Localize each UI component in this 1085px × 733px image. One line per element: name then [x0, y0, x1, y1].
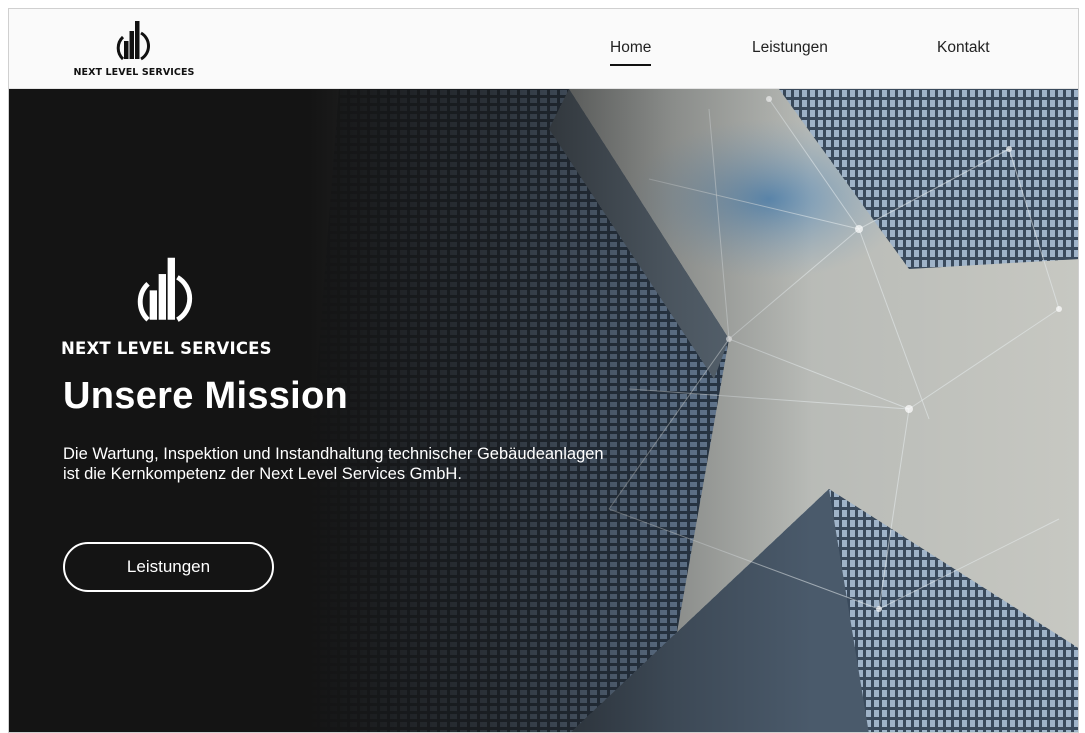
hero-title: Unsere Mission	[63, 375, 349, 417]
nav-leistungen[interactable]: Leistungen	[752, 39, 828, 57]
site-header: NEXT LEVEL SERVICES Home Leistungen Kont…	[9, 9, 1078, 89]
hero-logo-text: NEXT LEVEL SERVICES	[61, 339, 272, 358]
leistungen-button[interactable]: Leistungen	[63, 542, 274, 592]
nav-kontakt[interactable]: Kontakt	[937, 39, 990, 57]
hero-section: NEXT LEVEL SERVICES Unsere Mission Die W…	[9, 89, 1078, 732]
hero-description: Die Wartung, Inspektion und Instandhaltu…	[63, 445, 604, 483]
building-bars-logo-icon	[137, 257, 193, 322]
page-frame: NEXT LEVEL SERVICES Home Leistungen Kont…	[8, 8, 1079, 733]
main-nav: Home Leistungen Kontakt	[9, 9, 1078, 89]
nav-home[interactable]: Home	[610, 39, 652, 66]
hero-logo: NEXT LEVEL SERVICES	[61, 251, 281, 363]
